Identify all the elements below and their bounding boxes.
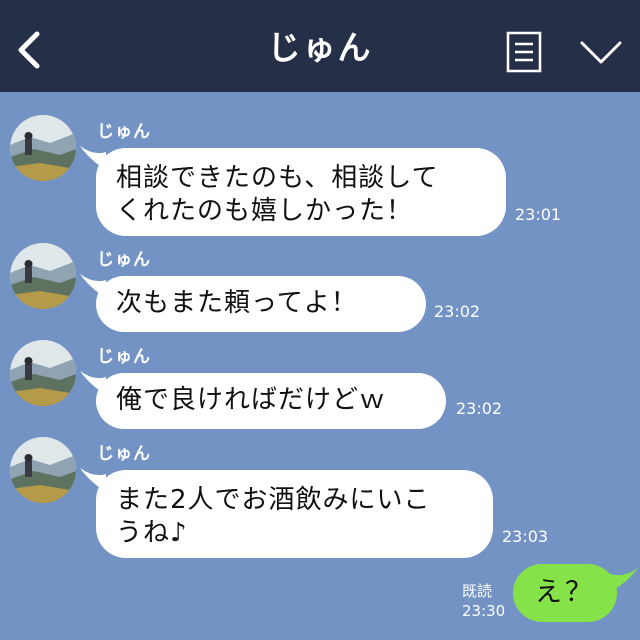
avatar[interactable] — [10, 243, 76, 309]
avatar[interactable] — [10, 340, 76, 406]
message-bubble[interactable]: 俺で良ければだけどｗ — [96, 373, 446, 429]
message-bubble[interactable]: 相談できたのも、相談して くれたのも嬉しかった！ — [96, 148, 506, 236]
chevron-down-icon[interactable] — [580, 40, 622, 66]
read-label: 既読 — [462, 582, 493, 600]
avatar[interactable] — [10, 115, 76, 181]
chat-title: じゅん — [267, 28, 373, 67]
avatar[interactable] — [10, 437, 76, 503]
message-time: 23:02 — [456, 399, 503, 418]
sender-name: じゅん — [97, 122, 151, 142]
sender-name: じゅん — [97, 444, 151, 464]
message-bubble[interactable]: また2人でお酒飲みにいこ うね♪ — [96, 470, 493, 558]
message-time: 23:01 — [515, 205, 562, 224]
message-bubble[interactable]: 次もまた頼ってよ！ — [96, 276, 426, 332]
sender-name: じゅん — [97, 250, 151, 270]
read-receipt: 既読 23:30 — [462, 581, 505, 621]
message-time: 23:02 — [434, 302, 481, 321]
outgoing-message-bubble[interactable]: え？ — [513, 564, 617, 622]
list-menu-icon[interactable] — [506, 31, 542, 73]
chat-header: じゅん — [0, 0, 640, 92]
message-time: 23:03 — [502, 527, 549, 546]
outgoing-time: 23:30 — [462, 602, 506, 620]
sender-name: じゅん — [97, 347, 151, 367]
